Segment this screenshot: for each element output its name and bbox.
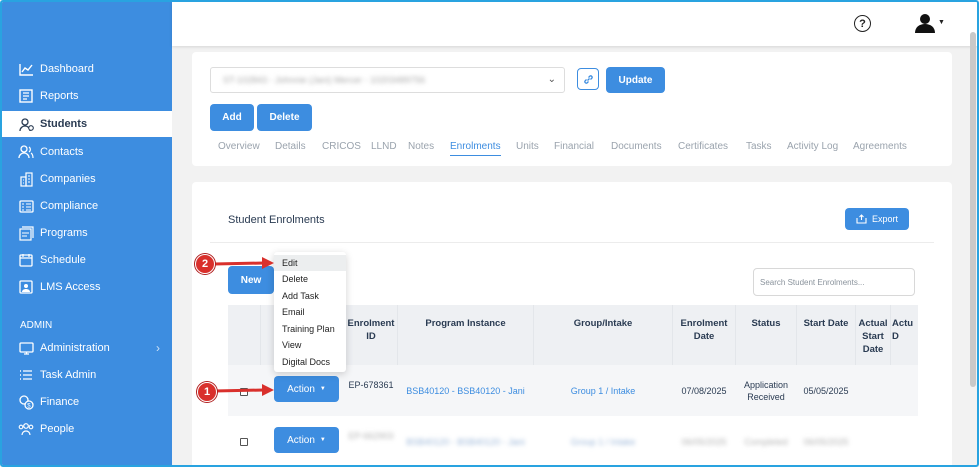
arrowhead-step-2	[262, 257, 274, 269]
app-window: Dashboard Reports Students Contacts Comp…	[0, 0, 979, 467]
arrow-step-1	[213, 388, 265, 393]
arrow-step-2	[213, 261, 265, 266]
step-2-badge: 2	[195, 254, 215, 274]
arrowhead-step-1	[262, 384, 274, 396]
annotation-arrows	[213, 257, 274, 396]
step-1-badge: 1	[197, 382, 217, 402]
